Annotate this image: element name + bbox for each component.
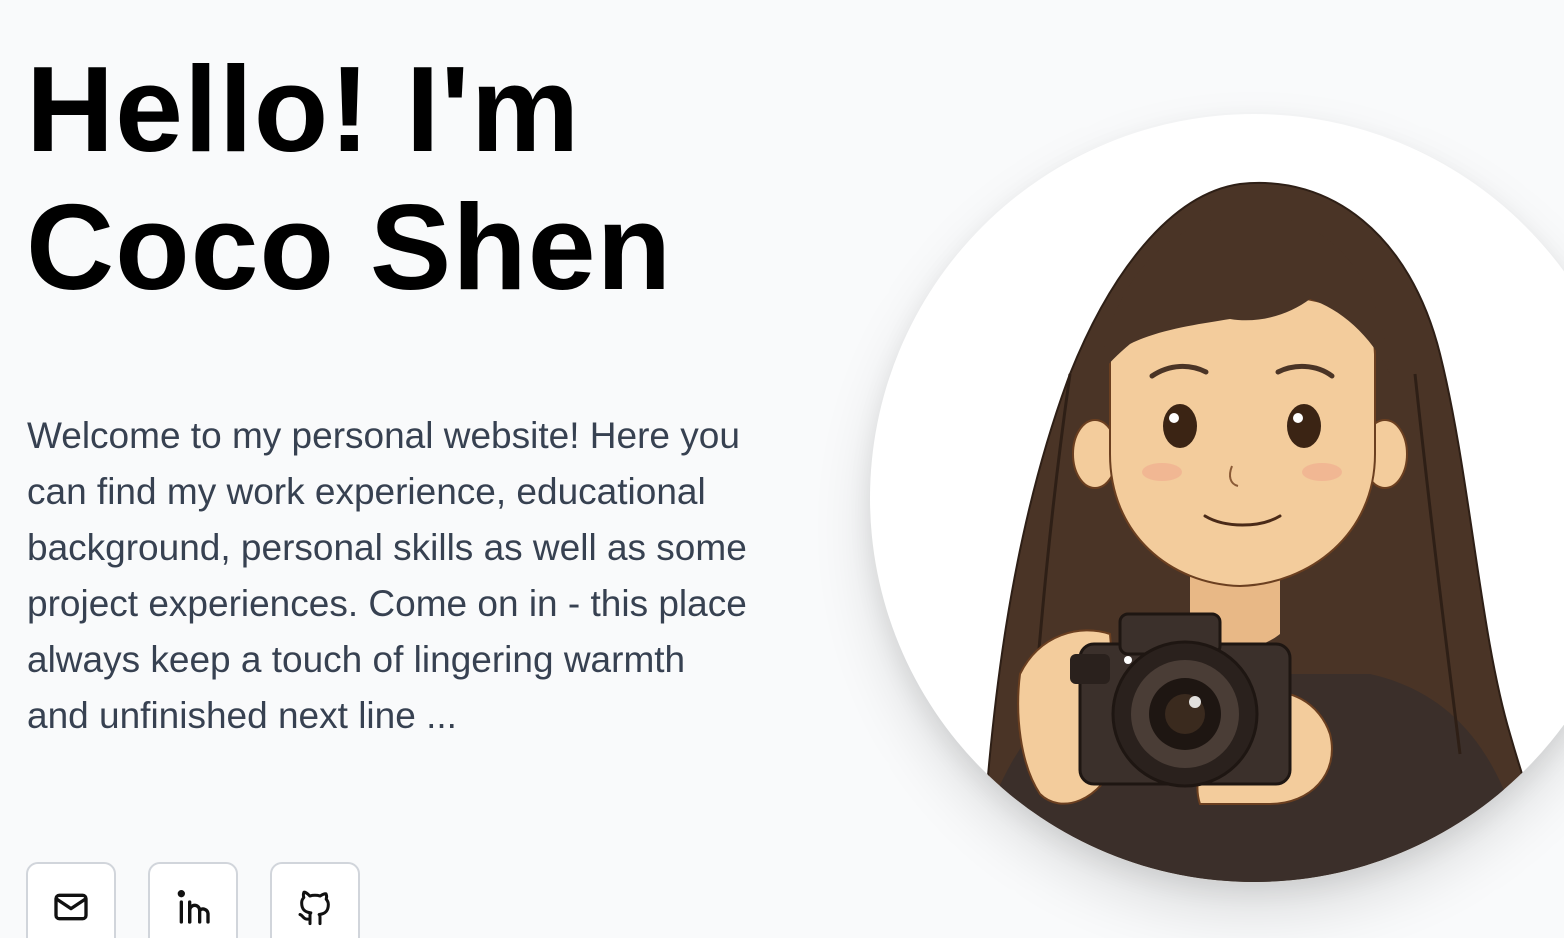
avatar (870, 114, 1564, 882)
hero-title-line-2: Coco Shen (26, 179, 673, 315)
linkedin-button[interactable] (148, 862, 238, 938)
github-button[interactable] (270, 862, 360, 938)
mail-icon (54, 893, 88, 921)
github-icon (298, 890, 330, 926)
linkedin-icon (177, 889, 210, 924)
hero-title: Hello! I'm Coco Shen (26, 40, 672, 316)
girl-with-camera-illustration (970, 181, 1561, 882)
page: Hello! I'm Coco Shen Welcome to my perso… (0, 0, 1564, 938)
hero-title-line-1: Hello! I'm (26, 41, 581, 177)
social-links (26, 862, 360, 938)
hero-intro-text: Welcome to my personal website! Here you… (27, 415, 747, 736)
email-button[interactable] (26, 862, 116, 938)
